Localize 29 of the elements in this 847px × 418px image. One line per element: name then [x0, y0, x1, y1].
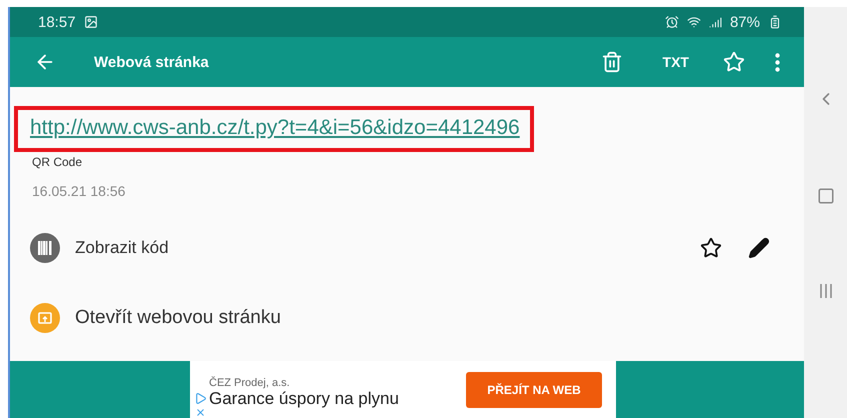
- alarm-icon: [664, 15, 679, 29]
- export-text-button[interactable]: TXT: [658, 50, 693, 74]
- ad-headline: Garance úspory na plynu: [209, 388, 400, 408]
- battery-icon: [768, 15, 782, 29]
- ad-banner[interactable]: ČEZ Prodej, a.s. Garance úspory na plynu PŘEJÍT NA WEB: [190, 361, 616, 418]
- star-icon: [700, 237, 722, 259]
- open-webpage-item[interactable]: Otevřít webovou stránku: [75, 307, 281, 329]
- star-icon: [723, 51, 745, 73]
- battery-level: 87%: [730, 14, 760, 30]
- more-icon: [775, 52, 780, 72]
- image-icon: [84, 15, 98, 29]
- wifi-icon: [686, 15, 701, 29]
- ad-advertiser: ČEZ Prodej, a.s.: [209, 376, 291, 388]
- window-icon: [38, 311, 52, 325]
- ad-choices-icon[interactable]: [194, 392, 207, 405]
- code-format: QR Code: [32, 155, 84, 169]
- barcode-icon: [38, 241, 52, 255]
- signal-icon: [708, 16, 722, 28]
- url-link[interactable]: http://www.cws-anb.cz/t.py?t=4&i=56&idzo=4412496: [14, 106, 534, 152]
- trash-icon: [600, 51, 623, 73]
- show-code-item[interactable]: Zobrazit kód: [75, 238, 169, 258]
- app-title: Webová stránka: [94, 54, 209, 70]
- recent-apps-icon[interactable]: [818, 283, 832, 299]
- square-icon: [816, 187, 834, 205]
- ad-close-icon[interactable]: [195, 407, 206, 418]
- status-time: 18:57: [38, 14, 76, 30]
- scan-timestamp: 16.05.21 18:56: [32, 183, 126, 199]
- pencil-icon: [748, 237, 770, 259]
- home-nav-button[interactable]: [816, 187, 834, 205]
